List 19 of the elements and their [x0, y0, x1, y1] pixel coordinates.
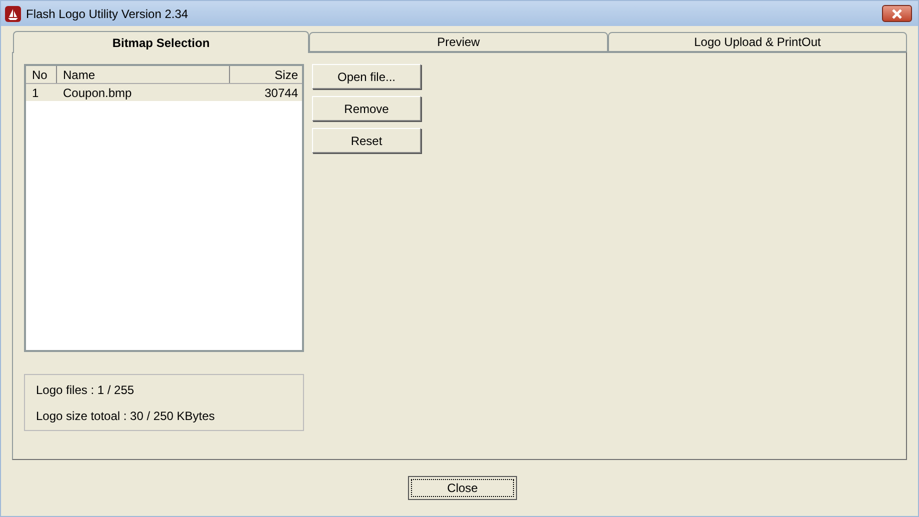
sailboat-icon	[5, 6, 21, 22]
tab[interactable]: Bitmap Selection	[13, 31, 309, 53]
window-title: Flash Logo Utility Version 2.34	[26, 6, 188, 22]
close-button[interactable]: Close	[408, 476, 517, 500]
action-button[interactable]: Reset	[312, 128, 421, 153]
tab[interactable]: Preview	[309, 32, 608, 52]
info-text: Logo files : 1 / 255	[36, 382, 136, 398]
column-header[interactable]: Name	[57, 66, 230, 83]
action-button[interactable]: Remove	[312, 96, 421, 121]
table-cell-text: 1	[31, 84, 40, 102]
column-header[interactable]: No	[26, 66, 57, 83]
info-text: Logo size totoal : 30 / 250 KBytes	[36, 408, 216, 424]
table-row[interactable]: 1 Coupon.bmp 30744	[26, 84, 302, 101]
close-icon[interactable]	[882, 5, 912, 22]
table-cell-text: 30744	[264, 84, 299, 102]
action-button[interactable]: Open file...	[312, 64, 421, 89]
table-cell-text: Coupon.bmp	[62, 84, 133, 102]
column-header[interactable]: Size	[230, 66, 302, 83]
tab[interactable]: Logo Upload & PrintOut	[608, 32, 907, 52]
